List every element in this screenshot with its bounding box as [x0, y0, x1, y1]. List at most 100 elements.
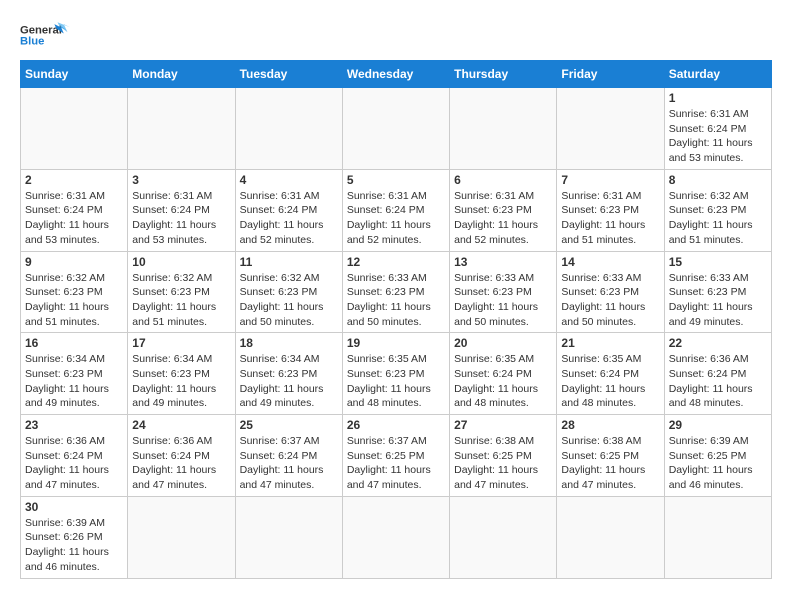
day-number: 25	[240, 418, 338, 432]
day-info: Sunrise: 6:31 AM Sunset: 6:23 PM Dayligh…	[561, 189, 659, 248]
day-number: 11	[240, 255, 338, 269]
day-number: 26	[347, 418, 445, 432]
day-info: Sunrise: 6:31 AM Sunset: 6:24 PM Dayligh…	[347, 189, 445, 248]
day-info: Sunrise: 6:34 AM Sunset: 6:23 PM Dayligh…	[240, 352, 338, 411]
day-info: Sunrise: 6:31 AM Sunset: 6:24 PM Dayligh…	[132, 189, 230, 248]
calendar-cell: 18Sunrise: 6:34 AM Sunset: 6:23 PM Dayli…	[235, 333, 342, 415]
day-info: Sunrise: 6:37 AM Sunset: 6:24 PM Dayligh…	[240, 434, 338, 493]
logo: General Blue	[20, 20, 70, 50]
day-info: Sunrise: 6:32 AM Sunset: 6:23 PM Dayligh…	[240, 271, 338, 330]
day-header-wednesday: Wednesday	[342, 61, 449, 88]
calendar-cell: 8 Sunrise: 6:32 AM Sunset: 6:23 PM Daylig…	[664, 169, 771, 251]
calendar-cell: 22 Sunrise: 6:36 AM Sunset: 6:24 PM Dayli…	[664, 333, 771, 415]
calendar-cell: 16Sunrise: 6:34 AM Sunset: 6:23 PM Dayli…	[21, 333, 128, 415]
day-number: 29	[669, 418, 767, 432]
calendar-cell	[342, 496, 449, 578]
calendar-cell	[450, 88, 557, 170]
day-header-monday: Monday	[128, 61, 235, 88]
calendar-cell: 2 Sunrise: 6:31 AM Sunset: 6:24 PM Daylig…	[21, 169, 128, 251]
calendar-table: SundayMondayTuesdayWednesdayThursdayFrid…	[20, 60, 772, 579]
calendar-cell: 10 Sunrise: 6:32 AM Sunset: 6:23 PM Dayli…	[128, 251, 235, 333]
day-info: Sunrise: 6:38 AM Sunset: 6:25 PM Dayligh…	[454, 434, 552, 493]
calendar-cell: 17 Sunrise: 6:34 AM Sunset: 6:23 PM Dayli…	[128, 333, 235, 415]
day-header-tuesday: Tuesday	[235, 61, 342, 88]
day-number: 17	[132, 336, 230, 350]
calendar-cell: 15Sunrise: 6:33 AM Sunset: 6:23 PM Dayli…	[664, 251, 771, 333]
day-info: Sunrise: 6:35 AM Sunset: 6:23 PM Dayligh…	[347, 352, 445, 411]
day-number: 2	[25, 173, 123, 187]
week-row-5: 30 Sunrise: 6:39 AM Sunset: 6:26 PM Dayli…	[21, 496, 772, 578]
calendar-cell: 30 Sunrise: 6:39 AM Sunset: 6:26 PM Dayli…	[21, 496, 128, 578]
svg-text:Blue: Blue	[20, 36, 44, 48]
day-info: Sunrise: 6:36 AM Sunset: 6:24 PM Dayligh…	[669, 352, 767, 411]
day-number: 1	[669, 91, 767, 105]
week-row-2: 9Sunrise: 6:32 AM Sunset: 6:23 PM Daylig…	[21, 251, 772, 333]
day-info: Sunrise: 6:37 AM Sunset: 6:25 PM Dayligh…	[347, 434, 445, 493]
day-number: 20	[454, 336, 552, 350]
day-number: 28	[561, 418, 659, 432]
day-info: Sunrise: 6:31 AM Sunset: 6:24 PM Dayligh…	[25, 189, 123, 248]
day-number: 21	[561, 336, 659, 350]
day-info: Sunrise: 6:38 AM Sunset: 6:25 PM Dayligh…	[561, 434, 659, 493]
day-header-sunday: Sunday	[21, 61, 128, 88]
calendar-cell: 13Sunrise: 6:33 AM Sunset: 6:23 PM Dayli…	[450, 251, 557, 333]
week-row-3: 16 Sunrise: 6:34 AM Sunset: 6:23 PM Dayli…	[21, 333, 772, 415]
day-number: 23	[25, 418, 123, 432]
day-header-saturday: Saturday	[664, 61, 771, 88]
week-row-4: 23 Sunrise: 6:36 AM Sunset: 6:24 PM Dayli…	[21, 415, 772, 497]
calendar-cell: 27 Sunrise: 6:38 AM Sunset: 6:25 PM Dayli…	[450, 415, 557, 497]
calendar-cell	[557, 496, 664, 578]
day-info: Sunrise: 6:39 AM Sunset: 6:26 PM Dayligh…	[25, 516, 123, 575]
day-info: Sunrise: 6:36 AM Sunset: 6:24 PM Dayligh…	[132, 434, 230, 493]
day-number: 4	[240, 173, 338, 187]
calendar-cell: 9Sunrise: 6:32 AM Sunset: 6:23 PM Daylig…	[21, 251, 128, 333]
week-row-0: 1Sunrise: 6:31 AM Sunset: 6:24 PM Daylig…	[21, 88, 772, 170]
day-number: 24	[132, 418, 230, 432]
week-row-1: 2 Sunrise: 6:31 AM Sunset: 6:24 PM Daylig…	[21, 169, 772, 251]
day-number: 7	[561, 173, 659, 187]
day-number: 12	[347, 255, 445, 269]
calendar-cell: 24 Sunrise: 6:36 AM Sunset: 6:24 PM Dayli…	[128, 415, 235, 497]
day-number: 8	[669, 173, 767, 187]
calendar-cell: 7 Sunrise: 6:31 AM Sunset: 6:23 PM Daylig…	[557, 169, 664, 251]
calendar-cell	[450, 496, 557, 578]
calendar-cell: 28 Sunrise: 6:38 AM Sunset: 6:25 PM Dayli…	[557, 415, 664, 497]
day-number: 10	[132, 255, 230, 269]
day-number: 22	[669, 336, 767, 350]
day-number: 6	[454, 173, 552, 187]
day-info: Sunrise: 6:34 AM Sunset: 6:23 PM Dayligh…	[132, 352, 230, 411]
day-info: Sunrise: 6:31 AM Sunset: 6:24 PM Dayligh…	[240, 189, 338, 248]
calendar-cell: 3 Sunrise: 6:31 AM Sunset: 6:24 PM Daylig…	[128, 169, 235, 251]
calendar-cell: 21 Sunrise: 6:35 AM Sunset: 6:24 PM Dayli…	[557, 333, 664, 415]
day-info: Sunrise: 6:33 AM Sunset: 6:23 PM Dayligh…	[347, 271, 445, 330]
day-number: 15	[669, 255, 767, 269]
day-info: Sunrise: 6:33 AM Sunset: 6:23 PM Dayligh…	[454, 271, 552, 330]
day-number: 5	[347, 173, 445, 187]
header-row: SundayMondayTuesdayWednesdayThursdayFrid…	[21, 61, 772, 88]
calendar-cell: 20 Sunrise: 6:35 AM Sunset: 6:24 PM Dayli…	[450, 333, 557, 415]
day-info: Sunrise: 6:35 AM Sunset: 6:24 PM Dayligh…	[454, 352, 552, 411]
calendar-cell	[128, 496, 235, 578]
calendar-cell: 14 Sunrise: 6:33 AM Sunset: 6:23 PM Dayli…	[557, 251, 664, 333]
day-number: 14	[561, 255, 659, 269]
calendar-cell	[235, 496, 342, 578]
calendar-cell	[342, 88, 449, 170]
day-info: Sunrise: 6:39 AM Sunset: 6:25 PM Dayligh…	[669, 434, 767, 493]
day-number: 19	[347, 336, 445, 350]
day-info: Sunrise: 6:32 AM Sunset: 6:23 PM Dayligh…	[132, 271, 230, 330]
calendar-cell: 11 Sunrise: 6:32 AM Sunset: 6:23 PM Dayli…	[235, 251, 342, 333]
calendar-cell: 29 Sunrise: 6:39 AM Sunset: 6:25 PM Dayli…	[664, 415, 771, 497]
calendar-cell	[21, 88, 128, 170]
day-number: 16	[25, 336, 123, 350]
calendar-cell: 19 Sunrise: 6:35 AM Sunset: 6:23 PM Dayli…	[342, 333, 449, 415]
calendar-cell: 1Sunrise: 6:31 AM Sunset: 6:24 PM Daylig…	[664, 88, 771, 170]
day-number: 30	[25, 500, 123, 514]
day-info: Sunrise: 6:36 AM Sunset: 6:24 PM Dayligh…	[25, 434, 123, 493]
day-number: 3	[132, 173, 230, 187]
day-info: Sunrise: 6:35 AM Sunset: 6:24 PM Dayligh…	[561, 352, 659, 411]
day-info: Sunrise: 6:33 AM Sunset: 6:23 PM Dayligh…	[561, 271, 659, 330]
day-info: Sunrise: 6:32 AM Sunset: 6:23 PM Dayligh…	[669, 189, 767, 248]
logo-icon: General Blue	[20, 20, 70, 50]
day-number: 27	[454, 418, 552, 432]
calendar-cell	[235, 88, 342, 170]
